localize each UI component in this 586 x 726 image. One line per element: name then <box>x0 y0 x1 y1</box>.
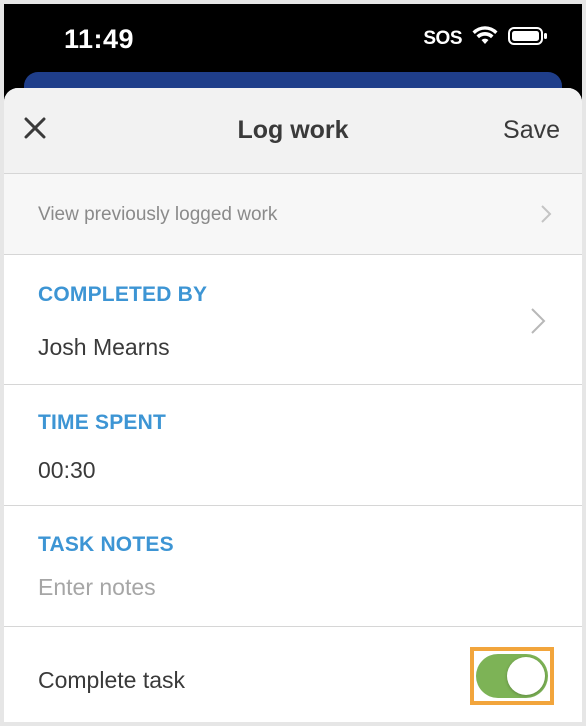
complete-task-toggle[interactable] <box>476 654 548 698</box>
battery-icon <box>508 26 548 51</box>
status-time: 11:49 <box>64 24 135 54</box>
time-spent-label: TIME SPENT <box>38 411 167 434</box>
chevron-right-icon <box>530 307 546 340</box>
complete-task-row: Complete task <box>4 627 582 722</box>
complete-task-label: Complete task <box>38 667 186 693</box>
time-spent-value[interactable]: 00:30 <box>38 457 96 484</box>
view-previous-work-link[interactable]: View previously logged work <box>4 174 582 255</box>
task-notes-input[interactable] <box>38 570 518 604</box>
completed-by-label: COMPLETED BY <box>38 283 208 306</box>
task-notes-label: TASK NOTES <box>38 533 174 556</box>
nav-bar: Log work Save <box>4 88 582 174</box>
status-bar: 11:49 SOS <box>4 4 582 74</box>
page-title: Log work <box>237 116 349 144</box>
chevron-right-icon <box>540 204 552 229</box>
log-work-sheet: Log work Save View previously logged wor… <box>4 88 582 722</box>
time-spent-row[interactable]: TIME SPENT 00:30 <box>4 385 582 506</box>
toggle-knob <box>507 657 545 695</box>
toggle-highlight-box <box>470 647 554 705</box>
task-notes-row: TASK NOTES <box>4 506 582 627</box>
completed-by-row[interactable]: COMPLETED BY Josh Mearns <box>4 255 582 385</box>
sos-indicator: SOS <box>423 27 462 49</box>
wifi-icon <box>472 26 498 51</box>
view-previous-work-label: View previously logged work <box>38 204 278 225</box>
device-frame: 11:49 SOS Log work Save View previously … <box>4 4 582 722</box>
completed-by-value: Josh Mearns <box>38 334 170 360</box>
status-indicators: SOS <box>423 26 548 51</box>
save-button[interactable]: Save <box>503 116 560 145</box>
